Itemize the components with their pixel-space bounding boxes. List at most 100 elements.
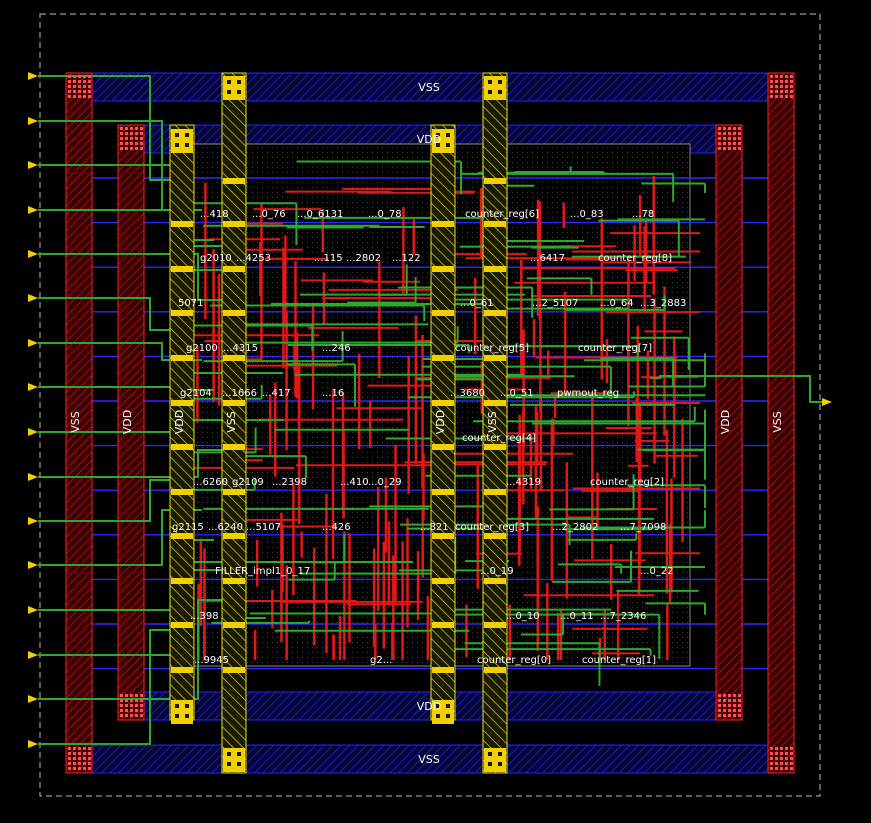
via-stack [171,533,193,539]
via-stack [223,667,245,673]
via-stack [171,622,193,628]
via-cut [78,752,81,755]
via-cut [130,699,133,702]
cell-instance-label: ...4319 [506,477,541,488]
via-cut [140,694,143,697]
via-cut [790,75,793,78]
via-cut [88,767,91,770]
via-cut [73,747,76,750]
via-cut [140,709,143,712]
via-cut [125,132,128,135]
via-cut [135,142,138,145]
via-cut [733,142,736,145]
via-cut [498,762,502,766]
vdd-strap-label-left: VDD [173,410,186,434]
via-cut [738,714,741,717]
cell-instance-label: ...0_76 [252,209,286,220]
via-cut [227,762,231,766]
input-pin [28,695,38,703]
via-cut [73,80,76,83]
via-stack [432,266,454,272]
via-cut [775,80,778,83]
via-cut [738,147,741,150]
via-cut [775,757,778,760]
cell-instance-label: ...0_10 [506,611,540,622]
cell-instance-label: ...0_51 [500,388,534,399]
via-cut [135,147,138,150]
via-cut [83,757,86,760]
via-stack [171,221,193,227]
via-cut [436,714,440,718]
cell-instance-label: counter_reg[2] [590,477,664,488]
via-stack [223,489,245,495]
via-cut [175,143,179,147]
via-cut [733,132,736,135]
via-stack [484,310,506,316]
via-stack [432,533,454,539]
via-cut [775,762,778,765]
input-pin [28,72,38,80]
vss-label-left: VSS [69,411,82,433]
via-cut [68,757,71,760]
via-cut [780,95,783,98]
cell-instance-label: ...0_11 [560,611,594,622]
input-pin [28,161,38,169]
via-stack [432,310,454,316]
via-cut [733,704,736,707]
vss-strap-label-mid: VSS [486,411,499,433]
via-cut [790,762,793,765]
via-cut [88,747,91,750]
via-cut [68,752,71,755]
via-cut [125,704,128,707]
via-cut [68,80,71,83]
via-cut [770,752,773,755]
via-cut [83,762,86,765]
vss-label-top: VSS [418,81,440,94]
via-cut [733,147,736,150]
vss-label-bottom: VSS [418,753,440,766]
via-cut [775,767,778,770]
via-cut [78,80,81,83]
via-stack [432,667,454,673]
cell-instance-label: ...246 [322,343,351,354]
cell-instance-label: ...4253 [236,253,271,264]
via-cut [140,127,143,130]
cell-instance-label: g2104 [180,388,212,399]
via-cut [88,80,91,83]
via-stack [171,444,193,450]
via-cut [140,147,143,150]
via-cut [723,699,726,702]
via-cut [140,699,143,702]
via-cut [140,137,143,140]
via-stack [171,667,193,673]
cell-instance-label: pwmout_reg [557,388,619,399]
via-cut [770,762,773,765]
cell-instance-label: ...0_29 [368,477,402,488]
via-cut [140,704,143,707]
via-cut [73,75,76,78]
via-stack [223,76,245,100]
via-cut [738,127,741,130]
via-stack [432,622,454,628]
via-cut [120,694,123,697]
via-cut [488,752,492,756]
input-pin [28,339,38,347]
via-cut [88,762,91,765]
input-pin [28,117,38,125]
via-cut [78,757,81,760]
vdd-label-top: VDD [417,133,441,146]
via-cut [68,95,71,98]
via-cut [723,704,726,707]
via-stack [223,355,245,361]
cell-instance-label: FILLER_impl1_0_17 [215,566,310,577]
input-pin [28,383,38,391]
via-cut [780,75,783,78]
via-cut [227,90,231,94]
via-cut [135,127,138,130]
via-cut [728,132,731,135]
input-pin [28,651,38,659]
via-cut [135,714,138,717]
via-cut [120,132,123,135]
via-cut [780,767,783,770]
cell-instance-label: ...0_19 [480,566,514,577]
